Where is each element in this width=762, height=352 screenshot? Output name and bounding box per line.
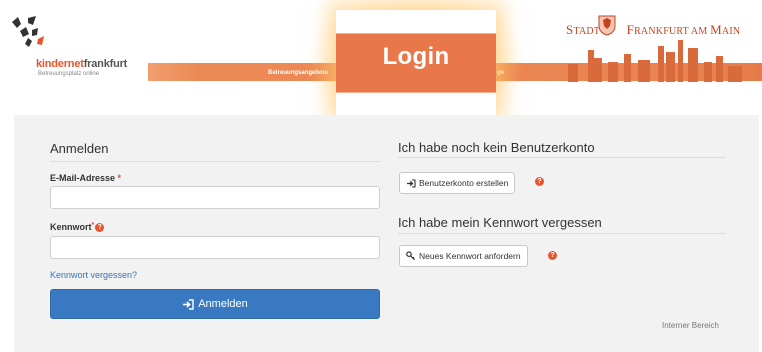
city-letter: M: [710, 22, 722, 37]
brand-name[interactable]: kindernetfrankfurt: [36, 58, 127, 70]
sign-in-icon: [183, 298, 194, 310]
forgot-section-title: Ich habe mein Kennwort vergessen: [398, 215, 602, 230]
register-section-title: Ich habe noch kein Benutzerkonto: [398, 140, 595, 155]
password-label: Kennwort*?: [50, 222, 105, 232]
brand-part-2: frankfurt: [83, 58, 128, 70]
create-account-label: Benutzerkonto erstellen: [419, 178, 509, 188]
password-label-text: Kennwort: [50, 222, 92, 232]
help-icon[interactable]: ?: [548, 251, 557, 260]
city-crest-icon: [598, 15, 616, 36]
city-word: RANKFURT AM: [634, 26, 711, 37]
request-password-label: Neues Kennwort anfordern: [419, 251, 521, 261]
page-title: Login: [382, 43, 450, 70]
login-section-divider: [50, 161, 380, 162]
forgot-password-link[interactable]: Kennwort vergessen?: [50, 270, 137, 280]
required-mark: *: [117, 173, 122, 183]
logo-icon: [12, 16, 44, 47]
login-submit-label: Anmelden: [198, 298, 248, 310]
city-letter: F: [626, 22, 635, 37]
skyline-graphic: [568, 40, 742, 82]
brand-tagline: Betreuungsplatz online: [38, 71, 100, 77]
email-label-text: E-Mail-Adresse: [50, 173, 116, 183]
city-wordmark: STADT FRANKFURT AM MAIN: [566, 22, 740, 38]
login-section-title: Anmelden: [50, 141, 109, 156]
email-label: E-Mail-Adresse *: [50, 173, 121, 183]
password-input[interactable]: [50, 236, 380, 259]
help-icon[interactable]: ?: [95, 223, 105, 232]
login-submit-button[interactable]: Anmelden: [50, 289, 380, 319]
create-account-button[interactable]: Benutzerkonto erstellen: [399, 172, 516, 194]
city-word: AIN: [721, 26, 741, 37]
required-mark: *: [91, 222, 95, 229]
key-icon: [406, 251, 416, 261]
city-word: TADT: [573, 26, 600, 37]
internal-area-link[interactable]: Interner Bereich: [662, 321, 719, 330]
brand-part-1: kindernet: [36, 58, 84, 70]
site-header: kindernetfrankfurt Betreuungsplatz onlin…: [0, 0, 762, 135]
sign-in-icon: [407, 178, 416, 188]
help-icon[interactable]: ?: [535, 177, 544, 186]
request-password-button[interactable]: Neues Kennwort anfordern: [399, 245, 528, 267]
register-section-divider: [398, 157, 726, 158]
forgot-section-divider: [398, 233, 726, 234]
email-input[interactable]: [50, 186, 380, 209]
